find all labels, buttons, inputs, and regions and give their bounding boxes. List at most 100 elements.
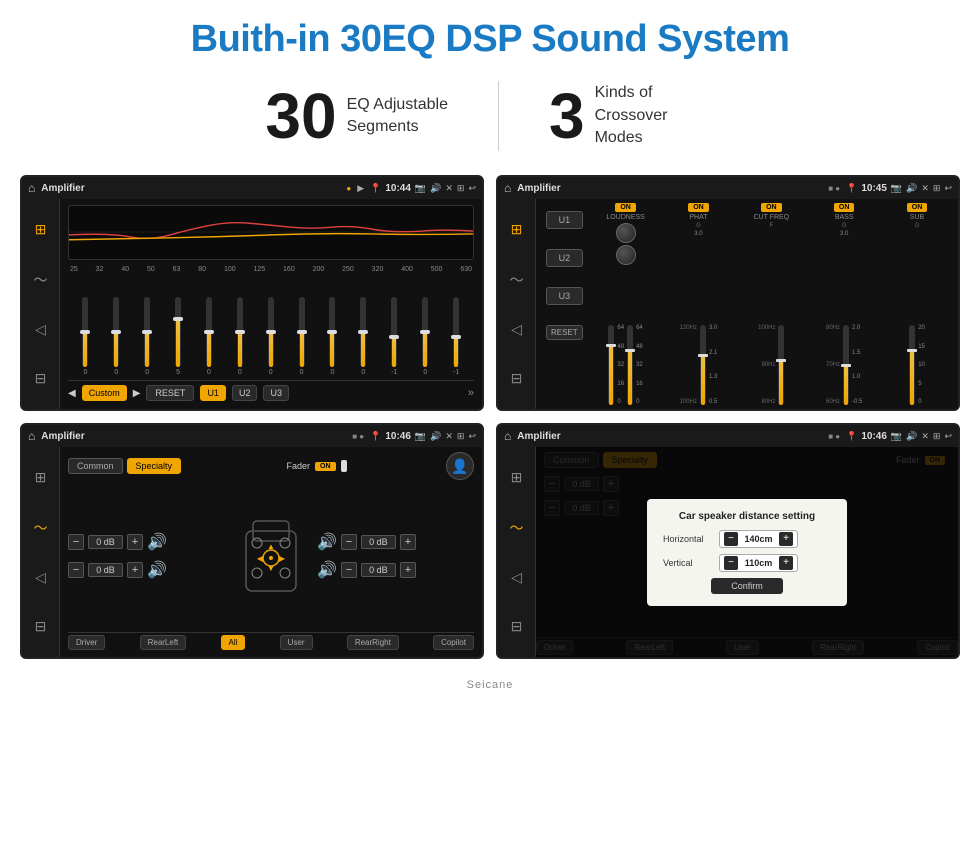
prev-icon[interactable]: ◀ xyxy=(68,388,76,399)
fr-plus-btn[interactable]: + xyxy=(400,534,416,550)
vertical-minus-btn[interactable]: − xyxy=(724,556,738,570)
dialog-confirm-btn[interactable]: Confirm xyxy=(711,578,783,594)
close-icon-2[interactable]: ✕ xyxy=(921,183,929,194)
back-icon-2[interactable]: ↩ xyxy=(944,183,952,194)
phat-label: PHAT xyxy=(689,214,707,221)
all-btn[interactable]: All xyxy=(221,635,246,650)
expand-icon[interactable]: » xyxy=(468,387,474,399)
vol-down-icon-4[interactable]: ⊟ xyxy=(511,618,523,635)
freq-320: 320 xyxy=(372,266,384,273)
loudness-on-btn[interactable]: ON xyxy=(615,203,636,212)
wave-icon-4[interactable]: 〜 xyxy=(510,518,524,538)
sub-on-btn[interactable]: ON xyxy=(907,203,928,212)
back-icon-4[interactable]: ↩ xyxy=(944,431,952,442)
speaker-icon-3[interactable]: ◁ xyxy=(35,569,46,586)
driver-btn[interactable]: Driver xyxy=(68,635,105,650)
eq-icon[interactable]: ⊞ xyxy=(35,221,47,238)
u3-btn[interactable]: U3 xyxy=(263,385,289,401)
eq-icon-3[interactable]: ⊞ xyxy=(35,469,47,486)
freq-125: 125 xyxy=(253,266,265,273)
ch-cutfreq: ON CUT FREQ F 100Hz 90Hz 80Hz xyxy=(736,203,806,405)
specialty-tab[interactable]: Specialty xyxy=(127,458,182,474)
fader-on-toggle[interactable]: ON xyxy=(315,462,336,471)
rr-plus-btn[interactable]: + xyxy=(400,562,416,578)
wave-icon-3[interactable]: 〜 xyxy=(34,518,48,538)
rl-minus-btn[interactable]: − xyxy=(68,562,84,578)
fl-plus-btn[interactable]: + xyxy=(127,534,143,550)
vol-down-icon-3[interactable]: ⊟ xyxy=(35,618,47,635)
horizontal-minus-btn[interactable]: − xyxy=(724,532,738,546)
bass-label: BASS xyxy=(835,214,854,221)
stats-row: 30 EQ Adjustable Segments 3 Kinds of Cro… xyxy=(0,71,980,167)
u1-btn[interactable]: U1 xyxy=(200,385,226,401)
wave-icon[interactable]: 〜 xyxy=(34,270,48,290)
reset-crossover-btn[interactable]: RESET xyxy=(546,325,583,340)
close-icon-4[interactable]: ✕ xyxy=(921,431,929,442)
back-icon-3[interactable]: ↩ xyxy=(468,431,476,442)
loudness-label: LOUDNESS xyxy=(606,214,645,221)
screen1-bar: ⌂ Amplifier ● ▶ 📍 10:44 📷 🔊 ✕ ⊞ ↩ xyxy=(22,177,482,199)
home-icon[interactable]: ⌂ xyxy=(28,181,35,195)
eq-icon-2[interactable]: ⊞ xyxy=(511,221,523,238)
eq-slider-6: 0 xyxy=(237,297,243,376)
loudness-knob[interactable] xyxy=(616,223,636,243)
speaker-icon-2[interactable]: ◁ xyxy=(511,321,522,338)
fader-control: Fader ON xyxy=(287,461,341,471)
vertical-plus-btn[interactable]: + xyxy=(779,556,793,570)
rear-right-btn[interactable]: RearRight xyxy=(347,635,399,650)
window-icon[interactable]: ⊞ xyxy=(457,183,465,194)
freq-40: 40 xyxy=(121,266,129,273)
freq-25: 25 xyxy=(70,266,78,273)
sub-sliders: 20 15 10 5 0 xyxy=(909,231,925,405)
user-btn[interactable]: User xyxy=(280,635,313,650)
horizontal-row: Horizontal − 140cm + xyxy=(663,530,831,548)
bass-on-btn[interactable]: ON xyxy=(834,203,855,212)
loudness-sliders: 64 48 32 16 0 64 xyxy=(608,267,642,405)
freq-400: 400 xyxy=(401,266,413,273)
screen3-bottom-controls: Driver RearLeft All User RearRight Copil… xyxy=(68,632,474,652)
page-header: Buith-in 30EQ DSP Sound System xyxy=(0,0,980,71)
eq-slider-4: 5 xyxy=(175,297,181,376)
play-icon[interactable]: ▶ xyxy=(357,183,364,194)
u3-crossover-btn[interactable]: U3 xyxy=(546,287,583,305)
screen-crossover: ⌂ Amplifier ■ ● 📍 10:45 📷 🔊 ✕ ⊞ ↩ ⊞ 〜 ◁ … xyxy=(496,175,960,411)
reset-btn[interactable]: RESET xyxy=(146,385,194,401)
close-icon[interactable]: ✕ xyxy=(445,183,453,194)
window-icon-3[interactable]: ⊞ xyxy=(457,431,465,442)
common-tab[interactable]: Common xyxy=(68,458,123,474)
cutfreq-on-btn[interactable]: ON xyxy=(761,203,782,212)
u2-btn[interactable]: U2 xyxy=(232,385,258,401)
speaker-icon[interactable]: ◁ xyxy=(35,321,46,338)
custom-btn[interactable]: Custom xyxy=(82,385,127,401)
home-icon-3[interactable]: ⌂ xyxy=(28,429,35,443)
wave-icon-2[interactable]: 〜 xyxy=(510,270,524,290)
horizontal-plus-btn[interactable]: + xyxy=(779,532,793,546)
home-icon-4[interactable]: ⌂ xyxy=(504,429,511,443)
close-icon-3[interactable]: ✕ xyxy=(445,431,453,442)
loudness-knob2[interactable] xyxy=(616,245,636,265)
vol-down-icon[interactable]: ⊟ xyxy=(35,370,47,387)
svg-text:◀: ◀ xyxy=(257,554,264,563)
fr-minus-btn[interactable]: − xyxy=(341,534,357,550)
window-icon-4[interactable]: ⊞ xyxy=(933,431,941,442)
vol-down-icon-2[interactable]: ⊟ xyxy=(511,370,523,387)
window-icon-2[interactable]: ⊞ xyxy=(933,183,941,194)
copilot-btn[interactable]: Copilot xyxy=(433,635,474,650)
cutfreq-label: CUT FREQ xyxy=(753,214,789,221)
u2-crossover-btn[interactable]: U2 xyxy=(546,249,583,267)
location-icon-4: 📍 xyxy=(846,431,857,442)
rear-left-btn[interactable]: RearLeft xyxy=(140,635,187,650)
eq-icon-4[interactable]: ⊞ xyxy=(511,469,523,486)
fl-minus-btn[interactable]: − xyxy=(68,534,84,550)
u-buttons: U1 U2 U3 RESET xyxy=(542,203,587,405)
phat-on-btn[interactable]: ON xyxy=(688,203,709,212)
screen3-fader-content: Common Specialty Fader ON 👤 xyxy=(60,447,482,657)
speaker-icon-4[interactable]: ◁ xyxy=(511,569,522,586)
back-icon[interactable]: ↩ xyxy=(468,183,476,194)
u1-crossover-btn[interactable]: U1 xyxy=(546,211,583,229)
rl-plus-btn[interactable]: + xyxy=(127,562,143,578)
home-icon-2[interactable]: ⌂ xyxy=(504,181,511,195)
dialog-title: Car speaker distance setting xyxy=(663,511,831,522)
next-icon[interactable]: ▶ xyxy=(133,388,141,399)
rr-minus-btn[interactable]: − xyxy=(341,562,357,578)
